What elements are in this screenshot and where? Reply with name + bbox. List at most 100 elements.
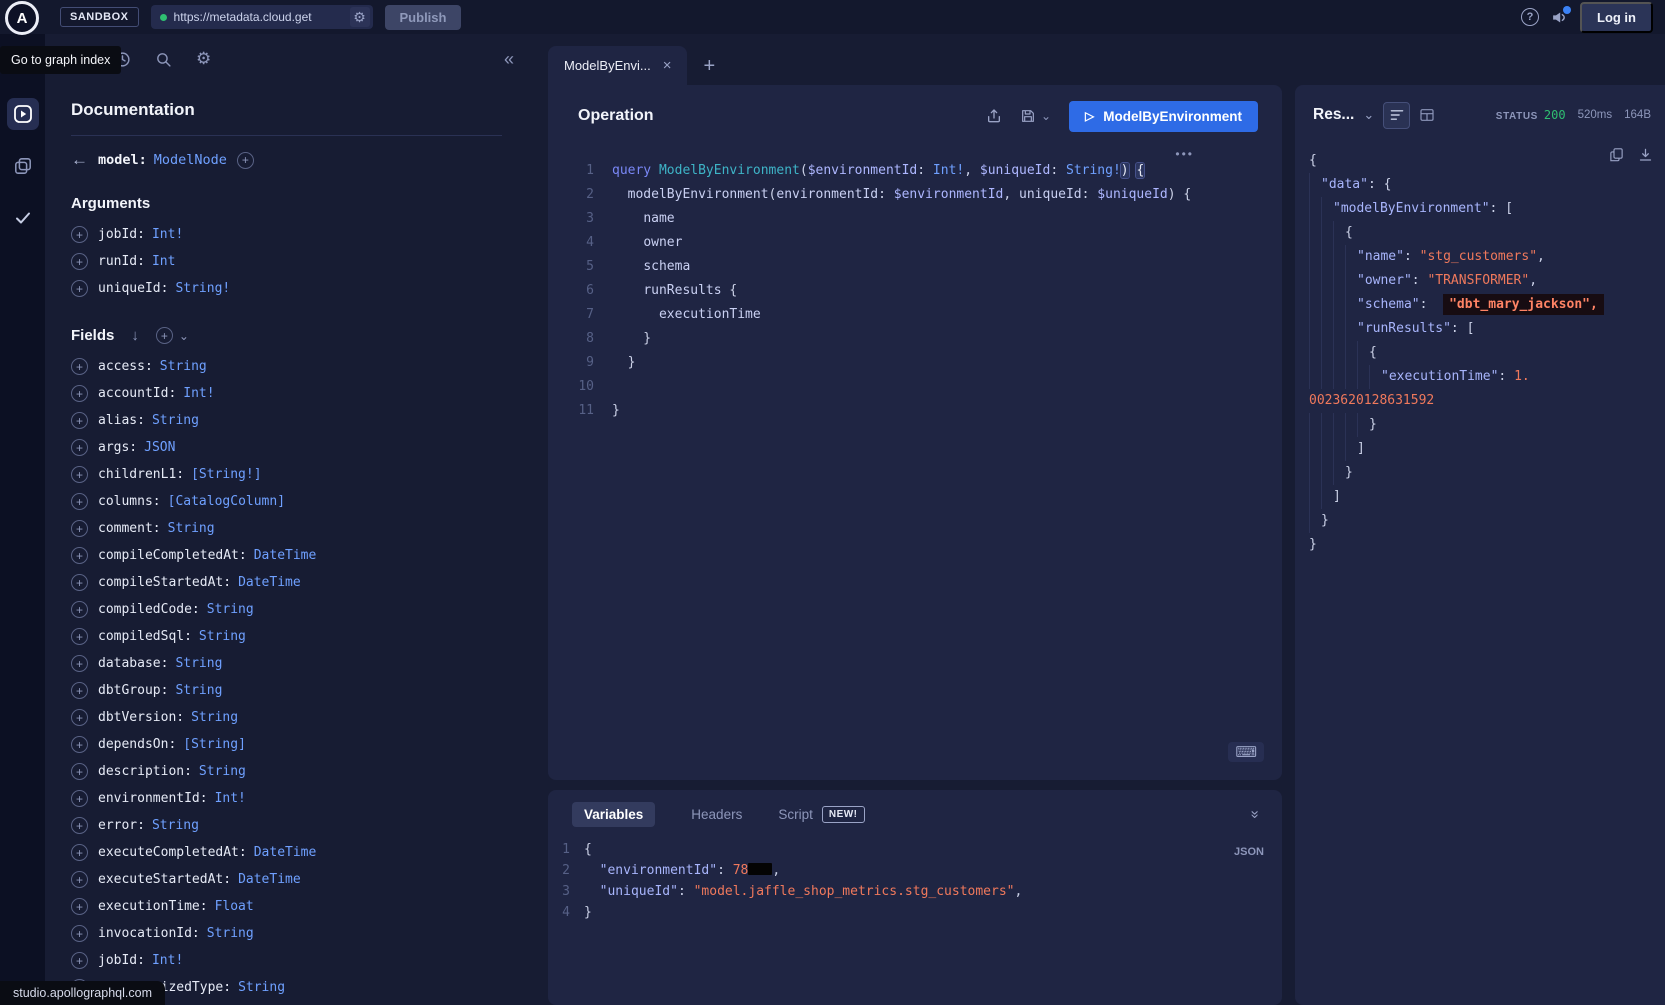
keyboard-shortcuts-button[interactable]: ⌨	[1228, 742, 1264, 762]
field-row[interactable]: + compiledSql: String	[71, 623, 502, 650]
add-field-button[interactable]: +	[71, 493, 88, 510]
field-type[interactable]: String	[175, 683, 222, 698]
add-field-button[interactable]: +	[71, 520, 88, 537]
argument-row[interactable]: + runId: Int	[71, 248, 502, 275]
help-button[interactable]: ?	[1521, 8, 1539, 26]
back-button[interactable]: ←	[71, 150, 88, 170]
apollo-logo[interactable]: A	[5, 1, 39, 35]
field-type[interactable]: String	[168, 521, 215, 536]
add-field-button[interactable]: +	[71, 574, 88, 591]
field-type[interactable]: [String]	[183, 737, 246, 752]
add-field-button[interactable]: +	[71, 736, 88, 753]
field-row[interactable]: + invocationId: String	[71, 920, 502, 947]
new-tab-button[interactable]: +	[703, 55, 715, 78]
add-field-button[interactable]: +	[71, 952, 88, 969]
publish-button[interactable]: Publish	[385, 5, 462, 30]
field-row[interactable]: + args: JSON	[71, 434, 502, 461]
add-field-button[interactable]: +	[71, 601, 88, 618]
field-type[interactable]: DateTime	[238, 575, 301, 590]
field-type[interactable]: Int!	[152, 953, 183, 968]
field-row[interactable]: + comment: String	[71, 515, 502, 542]
field-row[interactable]: + jobId: Int!	[71, 947, 502, 974]
field-row[interactable]: + compileStartedAt: DateTime	[71, 569, 502, 596]
share-operation-button[interactable]	[986, 108, 1002, 124]
copy-response-button[interactable]	[1609, 147, 1624, 168]
add-argument-button[interactable]: +	[71, 226, 88, 243]
rail-checklist-button[interactable]	[7, 202, 39, 234]
field-type[interactable]: String	[191, 710, 238, 725]
add-field-button[interactable]: +	[71, 709, 88, 726]
field-type[interactable]: DateTime	[238, 872, 301, 887]
field-row[interactable]: + childrenL1: [String!]	[71, 461, 502, 488]
add-type-button[interactable]: +	[237, 152, 254, 169]
field-type[interactable]: String	[199, 764, 246, 779]
announcements-button[interactable]	[1551, 9, 1568, 26]
field-type[interactable]: DateTime	[254, 548, 317, 563]
operation-tab[interactable]: ModelByEnvi... ×	[548, 46, 687, 85]
add-argument-button[interactable]: +	[71, 253, 88, 270]
add-field-button[interactable]: +	[71, 844, 88, 861]
endpoint-settings-button[interactable]: ⚙	[350, 7, 370, 27]
add-field-button[interactable]: +	[71, 682, 88, 699]
field-row[interactable]: + accountId: Int!	[71, 380, 502, 407]
field-row[interactable]: + executionTime: Float	[71, 893, 502, 920]
field-type[interactable]: String	[160, 359, 207, 374]
add-field-button[interactable]: +	[71, 817, 88, 834]
field-type[interactable]: String	[199, 629, 246, 644]
field-row[interactable]: + error: String	[71, 812, 502, 839]
rail-collections-button[interactable]	[7, 150, 39, 182]
tab-variables[interactable]: Variables	[572, 802, 655, 827]
field-type[interactable]: DateTime	[254, 845, 317, 860]
add-field-button[interactable]: +	[71, 466, 88, 483]
add-field-button[interactable]: +	[71, 385, 88, 402]
field-row[interactable]: + compileCompletedAt: DateTime	[71, 542, 502, 569]
field-row[interactable]: + dbtVersion: String	[71, 704, 502, 731]
field-type[interactable]: Int!	[215, 791, 246, 806]
add-field-button[interactable]: +	[71, 790, 88, 807]
field-row[interactable]: + dbtGroup: String	[71, 677, 502, 704]
field-row[interactable]: + access: String	[71, 353, 502, 380]
field-type[interactable]: [String!]	[191, 467, 261, 482]
field-row[interactable]: + environmentId: Int!	[71, 785, 502, 812]
rail-explorer-button[interactable]	[7, 98, 39, 130]
add-field-button[interactable]: +	[71, 358, 88, 375]
add-field-button[interactable]: +	[71, 412, 88, 429]
field-type[interactable]: String	[152, 818, 199, 833]
settings-button[interactable]: ⚙	[196, 49, 211, 69]
login-button[interactable]: Log in	[1580, 2, 1653, 33]
field-row[interactable]: + compiledCode: String	[71, 596, 502, 623]
field-row[interactable]: + description: String	[71, 758, 502, 785]
add-field-button[interactable]: +	[71, 925, 88, 942]
operation-editor[interactable]: 1query ModelByEnvironment($environmentId…	[548, 147, 1282, 423]
download-response-button[interactable]	[1638, 147, 1653, 168]
add-field-button[interactable]: +	[71, 898, 88, 915]
field-row[interactable]: + dependsOn: [String]	[71, 731, 502, 758]
field-row[interactable]: + columns: [CatalogColumn]	[71, 488, 502, 515]
run-operation-button[interactable]: ▷ ModelByEnvironment	[1069, 101, 1258, 132]
response-view-table-button[interactable]	[1419, 107, 1435, 123]
add-field-button[interactable]: +	[71, 871, 88, 888]
field-row[interactable]: + database: String	[71, 650, 502, 677]
field-type[interactable]: Int!	[183, 386, 214, 401]
argument-type[interactable]: String!	[175, 281, 230, 296]
add-argument-button[interactable]: +	[71, 280, 88, 297]
response-view-json-button[interactable]	[1383, 102, 1410, 129]
add-field-button[interactable]: +	[71, 547, 88, 564]
tab-headers[interactable]: Headers	[679, 802, 754, 827]
collapse-docs-button[interactable]: «	[504, 49, 514, 70]
field-row[interactable]: + alias: String	[71, 407, 502, 434]
field-row[interactable]: + executeCompletedAt: DateTime	[71, 839, 502, 866]
add-field-button[interactable]: +	[71, 439, 88, 456]
sort-fields-button[interactable]: ↓	[131, 327, 139, 344]
field-type[interactable]: String	[207, 602, 254, 617]
tab-script[interactable]: Script NEW!	[778, 802, 864, 827]
add-all-fields-button[interactable]: + ⌄	[156, 327, 189, 344]
save-operation-button[interactable]: ⌄	[1020, 108, 1051, 124]
field-type[interactable]: String	[207, 926, 254, 941]
close-tab-button[interactable]: ×	[663, 57, 672, 74]
variables-editor[interactable]: 1{2 "environmentId": 78,3 "uniqueId": "m…	[548, 827, 1282, 923]
add-field-button[interactable]: +	[71, 763, 88, 780]
argument-row[interactable]: + jobId: Int!	[71, 221, 502, 248]
field-type[interactable]: String	[175, 656, 222, 671]
field-type[interactable]: Float	[215, 899, 254, 914]
